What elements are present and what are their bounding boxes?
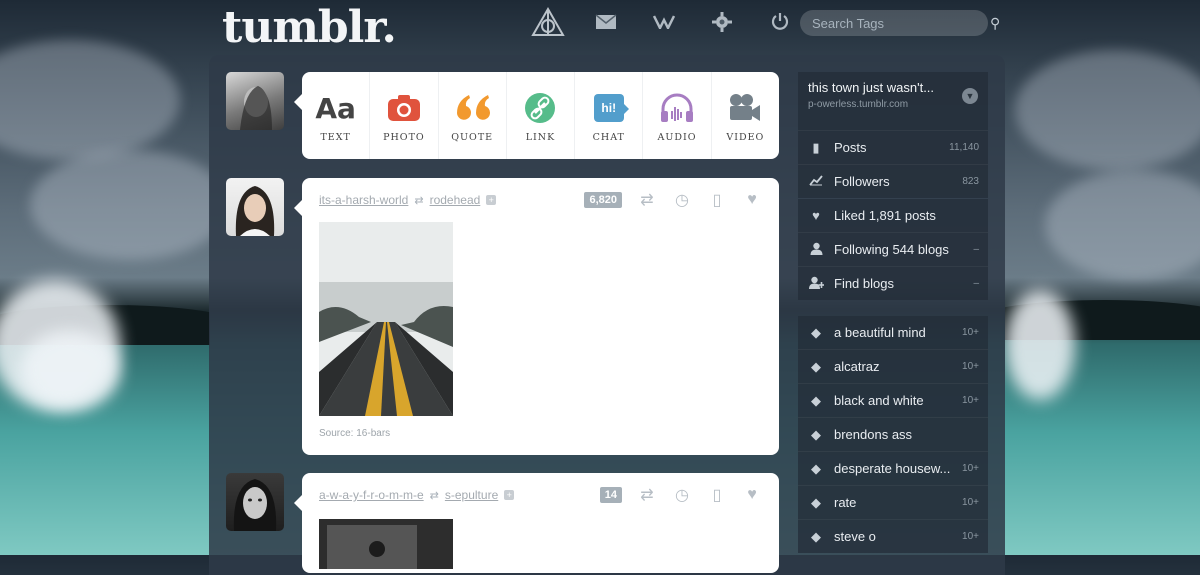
- tag-count: 10+: [962, 497, 979, 508]
- tag-icon: ◆: [811, 358, 821, 374]
- avatar[interactable]: [226, 473, 284, 531]
- post-type-audio[interactable]: AUDIO: [643, 72, 712, 159]
- background-right: [1005, 0, 1200, 555]
- source-blog-link[interactable]: s-epulture: [445, 488, 498, 502]
- sidebar-item-find-blogs[interactable]: Find blogs –: [798, 266, 988, 300]
- search-input[interactable]: [800, 14, 990, 32]
- dashboard-icon[interactable]: [530, 4, 566, 40]
- reblog-mini-icon: ⇄: [414, 194, 424, 207]
- post-type-bar: Aa TEXT PHOTO QUOTE LINK hi! CHAT AUDIO …: [294, 72, 779, 159]
- post-photo[interactable]: [319, 519, 453, 569]
- post-type-chat[interactable]: hi! CHAT: [575, 72, 644, 159]
- sidebar-tags: ◆ a beautiful mind 10+ ◆ alcatraz 10+ ◆ …: [798, 316, 988, 553]
- clock-icon[interactable]: ◷: [672, 190, 692, 210]
- tag-item[interactable]: ◆ brendons ass: [798, 417, 988, 451]
- power-icon[interactable]: [762, 4, 798, 40]
- mail-icon[interactable]: [588, 4, 624, 40]
- post-header: its-a-harsh-world ⇄ rodehead + 6,820 ⇄ ◷…: [302, 178, 779, 222]
- chevron-icon: –: [973, 244, 979, 255]
- post-photo[interactable]: [319, 222, 453, 416]
- document-icon[interactable]: ▯: [707, 190, 727, 210]
- text-icon: Aa: [315, 91, 356, 125]
- chat-icon: hi!: [593, 88, 629, 128]
- tag-icon: ◆: [811, 494, 821, 510]
- tag-icon: ◆: [811, 528, 821, 544]
- tag-item[interactable]: ◆ desperate housew... 10+: [798, 451, 988, 485]
- tag-count: 10+: [962, 463, 979, 474]
- blog-url: p-owerless.tumblr.com: [808, 99, 909, 110]
- sidebar-activity: ♥ Liked 1,891 posts Following 544 blogs …: [798, 199, 988, 300]
- search-icon[interactable]: ⚲: [990, 15, 1000, 32]
- sidebar-item-likes[interactable]: ♥ Liked 1,891 posts: [798, 199, 988, 232]
- post-tools: 14 ⇄ ◷ ▯ ♥: [599, 485, 762, 505]
- tag-item[interactable]: ◆ rate 10+: [798, 485, 988, 519]
- activity-icon[interactable]: [646, 4, 682, 40]
- headphones-icon: [659, 88, 695, 128]
- post-source: Source: 16-bars: [319, 428, 391, 439]
- quote-icon: [453, 88, 491, 128]
- person-icon: [807, 242, 825, 258]
- tag-count: 10+: [962, 395, 979, 406]
- link-icon: [524, 88, 556, 128]
- tag-count: 10+: [962, 361, 979, 372]
- chevron-down-icon[interactable]: ▼: [962, 88, 978, 104]
- chevron-icon: –: [973, 278, 979, 289]
- post-tools: 6,820 ⇄ ◷ ▯ ♥: [584, 190, 762, 210]
- blog-header[interactable]: this town just wasn't... p-owerless.tumb…: [798, 72, 988, 130]
- reblogger-link[interactable]: a-w-a-y-f-r-o-m-m-e: [319, 488, 424, 502]
- clock-icon[interactable]: ◷: [672, 485, 692, 505]
- sidebar-item-following[interactable]: Following 544 blogs –: [798, 232, 988, 266]
- post-type-text[interactable]: Aa TEXT: [302, 72, 371, 159]
- tag-item[interactable]: ◆ a beautiful mind 10+: [798, 316, 988, 349]
- follow-plus-icon[interactable]: +: [504, 490, 515, 500]
- reblog-mini-icon: ⇄: [429, 489, 439, 502]
- post-type-quote[interactable]: QUOTE: [439, 72, 507, 159]
- heart-icon[interactable]: ♥: [742, 191, 762, 209]
- post-card: its-a-harsh-world ⇄ rodehead + 6,820 ⇄ ◷…: [294, 178, 779, 455]
- sidebar-blog: this town just wasn't... p-owerless.tumb…: [798, 72, 988, 198]
- avatar[interactable]: [226, 72, 284, 130]
- reblogger-link[interactable]: its-a-harsh-world: [319, 193, 408, 207]
- tag-icon: ◆: [811, 324, 821, 340]
- notes-count[interactable]: 14: [599, 487, 622, 503]
- notes-count[interactable]: 6,820: [584, 192, 622, 208]
- follow-plus-icon[interactable]: +: [486, 195, 497, 205]
- person-add-icon: [807, 276, 825, 292]
- search-bar: ⚲: [800, 10, 1000, 36]
- document-icon[interactable]: ▯: [707, 485, 727, 505]
- heart-icon: ♥: [812, 208, 820, 223]
- tag-count: 10+: [962, 531, 979, 542]
- reblog-icon[interactable]: ⇄: [637, 190, 657, 210]
- post-header: a-w-a-y-f-r-o-m-m-e ⇄ s-epulture + 14 ⇄ …: [302, 473, 779, 517]
- tag-item[interactable]: ◆ alcatraz 10+: [798, 349, 988, 383]
- chart-icon: [807, 174, 825, 189]
- count: 11,140: [949, 142, 979, 153]
- top-nav: [530, 4, 798, 40]
- post-type-video[interactable]: VIDEO: [712, 72, 779, 159]
- blog-title: this town just wasn't...: [808, 80, 935, 95]
- source-blog-link[interactable]: rodehead: [430, 193, 481, 207]
- tumblr-logo[interactable]: tumblr.: [222, 2, 397, 53]
- tag-icon: ◆: [811, 460, 821, 476]
- count: 823: [962, 176, 979, 187]
- sidebar-item-posts[interactable]: ▮ Posts 11,140: [798, 130, 988, 164]
- tag-item[interactable]: ◆ black and white 10+: [798, 383, 988, 417]
- avatar[interactable]: [226, 178, 284, 236]
- background-left: [0, 0, 210, 555]
- reblog-icon[interactable]: ⇄: [637, 485, 657, 505]
- tag-count: 10+: [962, 327, 979, 338]
- post-type-photo[interactable]: PHOTO: [370, 72, 439, 159]
- post-card: a-w-a-y-f-r-o-m-m-e ⇄ s-epulture + 14 ⇄ …: [294, 473, 779, 573]
- sidebar-item-followers[interactable]: Followers 823: [798, 164, 988, 198]
- camera-icon: [387, 88, 421, 128]
- tag-item[interactable]: ◆ steve o 10+: [798, 519, 988, 553]
- heart-icon[interactable]: ♥: [742, 486, 762, 504]
- tag-icon: ◆: [811, 392, 821, 408]
- video-camera-icon: [728, 88, 762, 128]
- gear-icon[interactable]: [704, 4, 740, 40]
- tag-icon: ◆: [811, 426, 821, 442]
- post-type-link[interactable]: LINK: [507, 72, 576, 159]
- document-icon: ▮: [812, 139, 820, 155]
